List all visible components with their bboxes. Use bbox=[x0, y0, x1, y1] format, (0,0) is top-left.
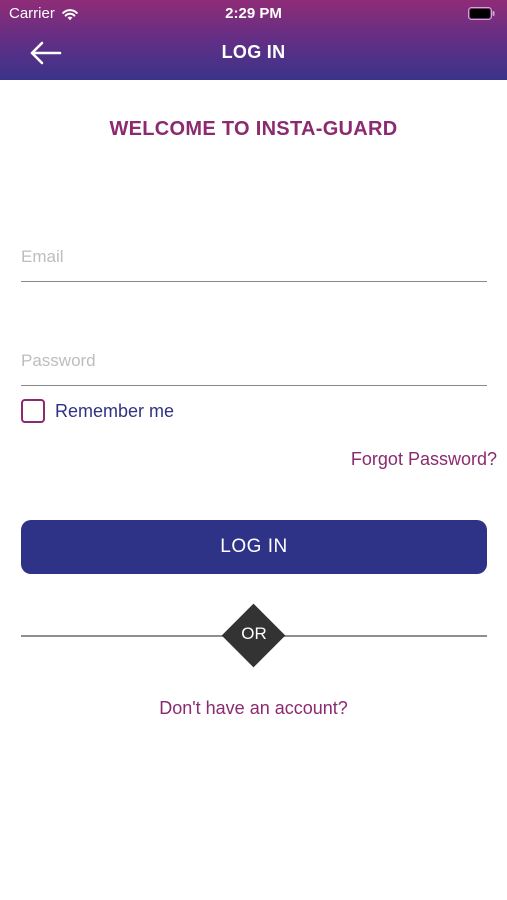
nav-bar: LOG IN bbox=[0, 28, 507, 80]
password-field[interactable] bbox=[21, 336, 487, 386]
welcome-heading: WELCOME TO INSTA-GUARD bbox=[109, 118, 398, 140]
remember-me-label: Remember me bbox=[55, 400, 175, 421]
battery-icon bbox=[468, 7, 495, 20]
login-button[interactable]: LOG IN bbox=[21, 520, 487, 574]
status-time: 2:29 PM bbox=[225, 5, 282, 22]
signup-link[interactable]: Don't have an account? bbox=[0, 698, 507, 719]
page-title: LOG IN bbox=[221, 42, 286, 62]
email-field[interactable] bbox=[21, 232, 487, 282]
divider-right bbox=[276, 635, 487, 637]
app-header: Carrier 2:29 PM LOG IN bbox=[0, 0, 507, 80]
divider-left bbox=[21, 635, 231, 637]
or-label: OR bbox=[241, 624, 267, 643]
status-bar: Carrier 2:29 PM bbox=[0, 0, 507, 28]
remember-me-checkbox[interactable] bbox=[21, 399, 45, 423]
forgot-password-link[interactable]: Forgot Password? bbox=[351, 449, 497, 470]
remember-me-toggle[interactable]: Remember me bbox=[21, 399, 174, 423]
